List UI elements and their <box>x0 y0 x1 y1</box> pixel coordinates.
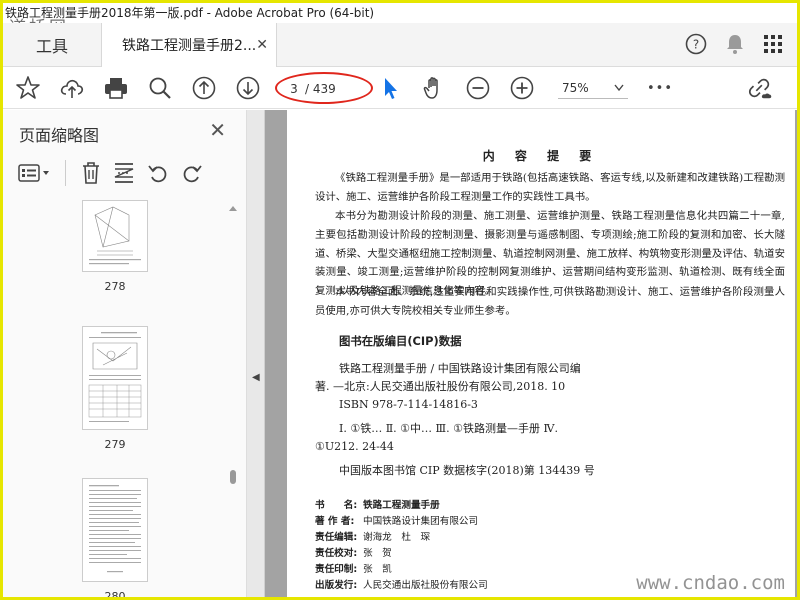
meta-value: 张 贺 <box>363 548 392 559</box>
pdf-page: 内 容 提 要 《铁路工程测量手册》是一部适用于铁路(包括高速铁路、客运专线,以… <box>287 110 795 597</box>
meta-value: 谢海龙 杜 琛 <box>363 532 431 543</box>
thumbnail-label: 279 <box>104 438 126 451</box>
meta-value: 中国铁路设计集团有限公司 <box>363 516 479 527</box>
top-right-icons: ? <box>685 33 783 55</box>
collapse-arrow-icon: ◀ <box>252 372 260 383</box>
chevron-down-icon <box>614 84 624 91</box>
bell-icon[interactable] <box>725 33 745 55</box>
highlight-annotation-oval <box>275 72 373 104</box>
tab-document[interactable]: 铁路工程测量手册2... ✕ <box>101 23 277 67</box>
cip-title: 图书在版编目(CIP)数据 <box>339 334 462 348</box>
page-heading: 内 容 提 要 <box>482 149 600 163</box>
meta-row: 书 名: 铁路工程测量手册 <box>315 498 440 514</box>
page-thumbnail-preview <box>88 332 142 422</box>
print-icon[interactable] <box>103 75 129 101</box>
tab-tools[interactable]: 工具 <box>3 23 101 67</box>
cip-line: 铁路工程测量手册 / 中国铁路设计集团有限公司编 <box>339 362 581 375</box>
meta-value: 张 凯 <box>363 564 392 575</box>
thumbnail-scrollbar[interactable] <box>227 205 239 597</box>
meta-row: 著 作 者: 中国铁路设计集团有限公司 <box>315 514 478 530</box>
cip-line: ①U212. 24-44 <box>315 440 394 453</box>
close-tab-icon[interactable]: ✕ <box>256 37 268 53</box>
page-thumbnail-278[interactable] <box>82 200 148 272</box>
panel-title: 页面缩略图 <box>19 126 100 145</box>
hand-tool-icon[interactable] <box>421 75 447 101</box>
abstract-paragraph-1: 《铁路工程测量手册》是一部适用于铁路(包括高速铁路、客运专线,以及新建和改建铁路… <box>315 172 785 203</box>
window-title: 铁路工程测量手册2018年第一版.pdf - Adobe Acrobat Pro… <box>3 3 797 23</box>
page-thumbnail-preview <box>89 206 141 265</box>
help-icon[interactable]: ? <box>685 33 707 55</box>
link-share-icon[interactable] <box>747 75 773 101</box>
watermark-site: www.cndao.com <box>636 572 785 594</box>
zoom-out-icon[interactable] <box>465 75 491 101</box>
page-thumbnail-279[interactable] <box>82 326 148 430</box>
main-toolbar: ••• <box>3 67 797 109</box>
abstract-paragraph-3: 本书内容全面、系统,注重实用性和实践操作性,可供铁路勘测设计、施工、运营维护各阶… <box>315 286 785 317</box>
panel-toolbar <box>17 160 204 186</box>
upload-cloud-icon[interactable] <box>59 75 85 101</box>
cip-line: Ⅰ. ①铁… Ⅱ. ①中… Ⅲ. ①铁路测量—手册 Ⅳ. <box>339 422 558 435</box>
scroll-up-icon[interactable] <box>229 205 237 211</box>
page-thumbnail-preview <box>89 485 141 573</box>
tab-bar: 工具 铁路工程测量手册2... ✕ ? <box>3 23 797 67</box>
cip-line: 中国版本图书馆 CIP 数据核字(2018)第 134439 号 <box>339 464 595 477</box>
previous-page-icon[interactable] <box>191 75 217 101</box>
meta-key: 责任编辑: <box>315 532 358 543</box>
zoom-value: 75% <box>562 80 589 95</box>
meta-row: 出版发行: 人民交通出版社股份有限公司 <box>315 578 488 594</box>
rotate-counterclockwise-icon[interactable] <box>146 161 170 185</box>
meta-value: 人民交通出版社股份有限公司 <box>363 580 488 591</box>
meta-key: 书 名: <box>315 500 358 511</box>
thumbnail-label: 280 <box>104 590 126 600</box>
cip-line: ISBN 978-7-114-14816-3 <box>339 398 478 411</box>
close-panel-icon[interactable]: ✕ <box>209 118 226 142</box>
next-page-icon[interactable] <box>235 75 261 101</box>
scrollbar-thumb[interactable] <box>230 470 236 484</box>
toolbar-divider <box>65 160 66 186</box>
meta-value: 铁路工程测量手册 <box>363 500 440 511</box>
delete-page-icon[interactable] <box>80 161 102 185</box>
meta-row: 责任编辑: 谢海龙 杜 琛 <box>315 530 430 546</box>
thumbnails-panel: 页面缩略图 ✕ 278 279 280 <box>3 110 247 600</box>
meta-key: 著 作 者: <box>315 516 355 527</box>
thumbnail-label: 278 <box>104 280 126 293</box>
tab-document-label: 铁路工程测量手册2... <box>122 38 257 54</box>
thumbnail-options-icon[interactable] <box>17 162 51 184</box>
meta-key: 责任印制: <box>315 564 358 575</box>
rotate-clockwise-icon[interactable] <box>180 161 204 185</box>
meta-key: 责任校对: <box>315 548 358 559</box>
svg-text:?: ? <box>693 38 699 52</box>
meta-key: 出版发行: <box>315 580 358 591</box>
app-window: 铁路工程测量手册2018年第一版.pdf - Adobe Acrobat Pro… <box>0 0 800 600</box>
thumbnail-list: 278 279 280 <box>3 200 227 600</box>
zoom-in-icon[interactable] <box>509 75 535 101</box>
meta-row: 责任印制: 张 凯 <box>315 562 392 578</box>
page-thumbnail-280[interactable] <box>82 478 148 582</box>
zoom-dropdown[interactable]: 75% <box>558 77 628 99</box>
more-tools-icon[interactable]: ••• <box>647 75 673 101</box>
search-icon[interactable] <box>147 75 173 101</box>
select-cursor-icon[interactable] <box>377 75 403 101</box>
meta-row: 责任校对: 张 贺 <box>315 546 392 562</box>
apps-grid-icon[interactable] <box>763 34 783 54</box>
panel-collapse-handle[interactable]: ◀ <box>247 110 265 597</box>
document-view[interactable]: 内 容 提 要 《铁路工程测量手册》是一部适用于铁路(包括高速铁路、客运专线,以… <box>265 110 797 597</box>
extract-pages-icon[interactable] <box>112 161 136 185</box>
cip-line: 著. —北京:人民交通出版社股份有限公司,2018. 10 <box>315 380 566 393</box>
bookmark-star-icon[interactable] <box>15 75 41 101</box>
